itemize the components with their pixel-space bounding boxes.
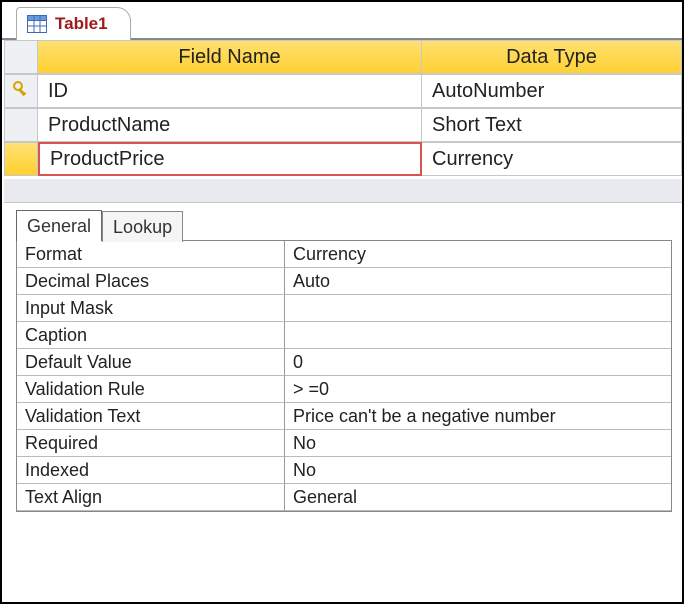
property-tabs: General Lookup xyxy=(16,209,672,240)
property-label: Format xyxy=(17,241,285,268)
property-label: Caption xyxy=(17,322,285,349)
field-name-cell[interactable]: ProductPrice xyxy=(38,142,422,176)
property-value[interactable]: Currency xyxy=(285,241,671,268)
property-value[interactable]: Auto xyxy=(285,268,671,295)
document-tab-label: Table1 xyxy=(55,14,108,34)
property-row: Validation TextPrice can't be a negative… xyxy=(17,403,671,430)
design-header-row: Field Name Data Type xyxy=(4,40,682,74)
table-row[interactable]: ID AutoNumber xyxy=(4,74,682,108)
property-row: RequiredNo xyxy=(17,430,671,457)
property-value[interactable]: General xyxy=(285,484,671,511)
property-label: Default Value xyxy=(17,349,285,376)
select-all-cell[interactable] xyxy=(4,40,38,74)
field-design-grid: Field Name Data Type ID AutoNumber Produ… xyxy=(2,40,682,176)
property-label: Text Align xyxy=(17,484,285,511)
property-value[interactable]: No xyxy=(285,430,671,457)
data-type-cell[interactable]: Short Text xyxy=(422,108,682,142)
field-name-cell[interactable]: ProductName xyxy=(38,108,422,142)
property-label: Indexed xyxy=(17,457,285,484)
property-label: Validation Text xyxy=(17,403,285,430)
property-row: Validation Rule> =0 xyxy=(17,376,671,403)
property-value[interactable] xyxy=(285,295,671,322)
column-header-datatype[interactable]: Data Type xyxy=(422,40,682,74)
field-name-cell[interactable]: ID xyxy=(38,74,422,108)
property-value[interactable]: > =0 xyxy=(285,376,671,403)
property-row: Caption xyxy=(17,322,671,349)
primary-key-icon xyxy=(12,80,30,103)
property-label: Input Mask xyxy=(17,295,285,322)
property-row: Input Mask xyxy=(17,295,671,322)
property-row: Default Value0 xyxy=(17,349,671,376)
row-selector[interactable] xyxy=(4,142,38,176)
property-label: Validation Rule xyxy=(17,376,285,403)
data-type-cell[interactable]: AutoNumber xyxy=(422,74,682,108)
document-tab-table1[interactable]: Table1 xyxy=(16,7,131,40)
table-icon xyxy=(27,15,47,33)
document-tab-bar: Table1 xyxy=(2,2,682,40)
property-label: Required xyxy=(17,430,285,457)
property-label: Decimal Places xyxy=(17,268,285,295)
column-header-fieldname[interactable]: Field Name xyxy=(38,40,422,74)
data-type-cell[interactable]: Currency xyxy=(422,142,682,176)
property-row: Text AlignGeneral xyxy=(17,484,671,511)
table-row[interactable]: ProductName Short Text xyxy=(4,108,682,142)
tab-lookup[interactable]: Lookup xyxy=(102,211,183,242)
row-selector[interactable] xyxy=(4,74,38,108)
property-row: Decimal PlacesAuto xyxy=(17,268,671,295)
property-value[interactable]: Price can't be a negative number xyxy=(285,403,671,430)
property-row: FormatCurrency xyxy=(17,241,671,268)
tab-general[interactable]: General xyxy=(16,210,102,241)
grid-gutter xyxy=(4,179,682,203)
property-value[interactable] xyxy=(285,322,671,349)
property-value[interactable]: 0 xyxy=(285,349,671,376)
row-selector[interactable] xyxy=(4,108,38,142)
property-value[interactable]: No xyxy=(285,457,671,484)
property-table: FormatCurrency Decimal PlacesAuto Input … xyxy=(16,240,672,512)
field-properties-panel: General Lookup FormatCurrency Decimal Pl… xyxy=(16,209,672,512)
property-row: IndexedNo xyxy=(17,457,671,484)
table-row[interactable]: ProductPrice Currency xyxy=(4,142,682,176)
